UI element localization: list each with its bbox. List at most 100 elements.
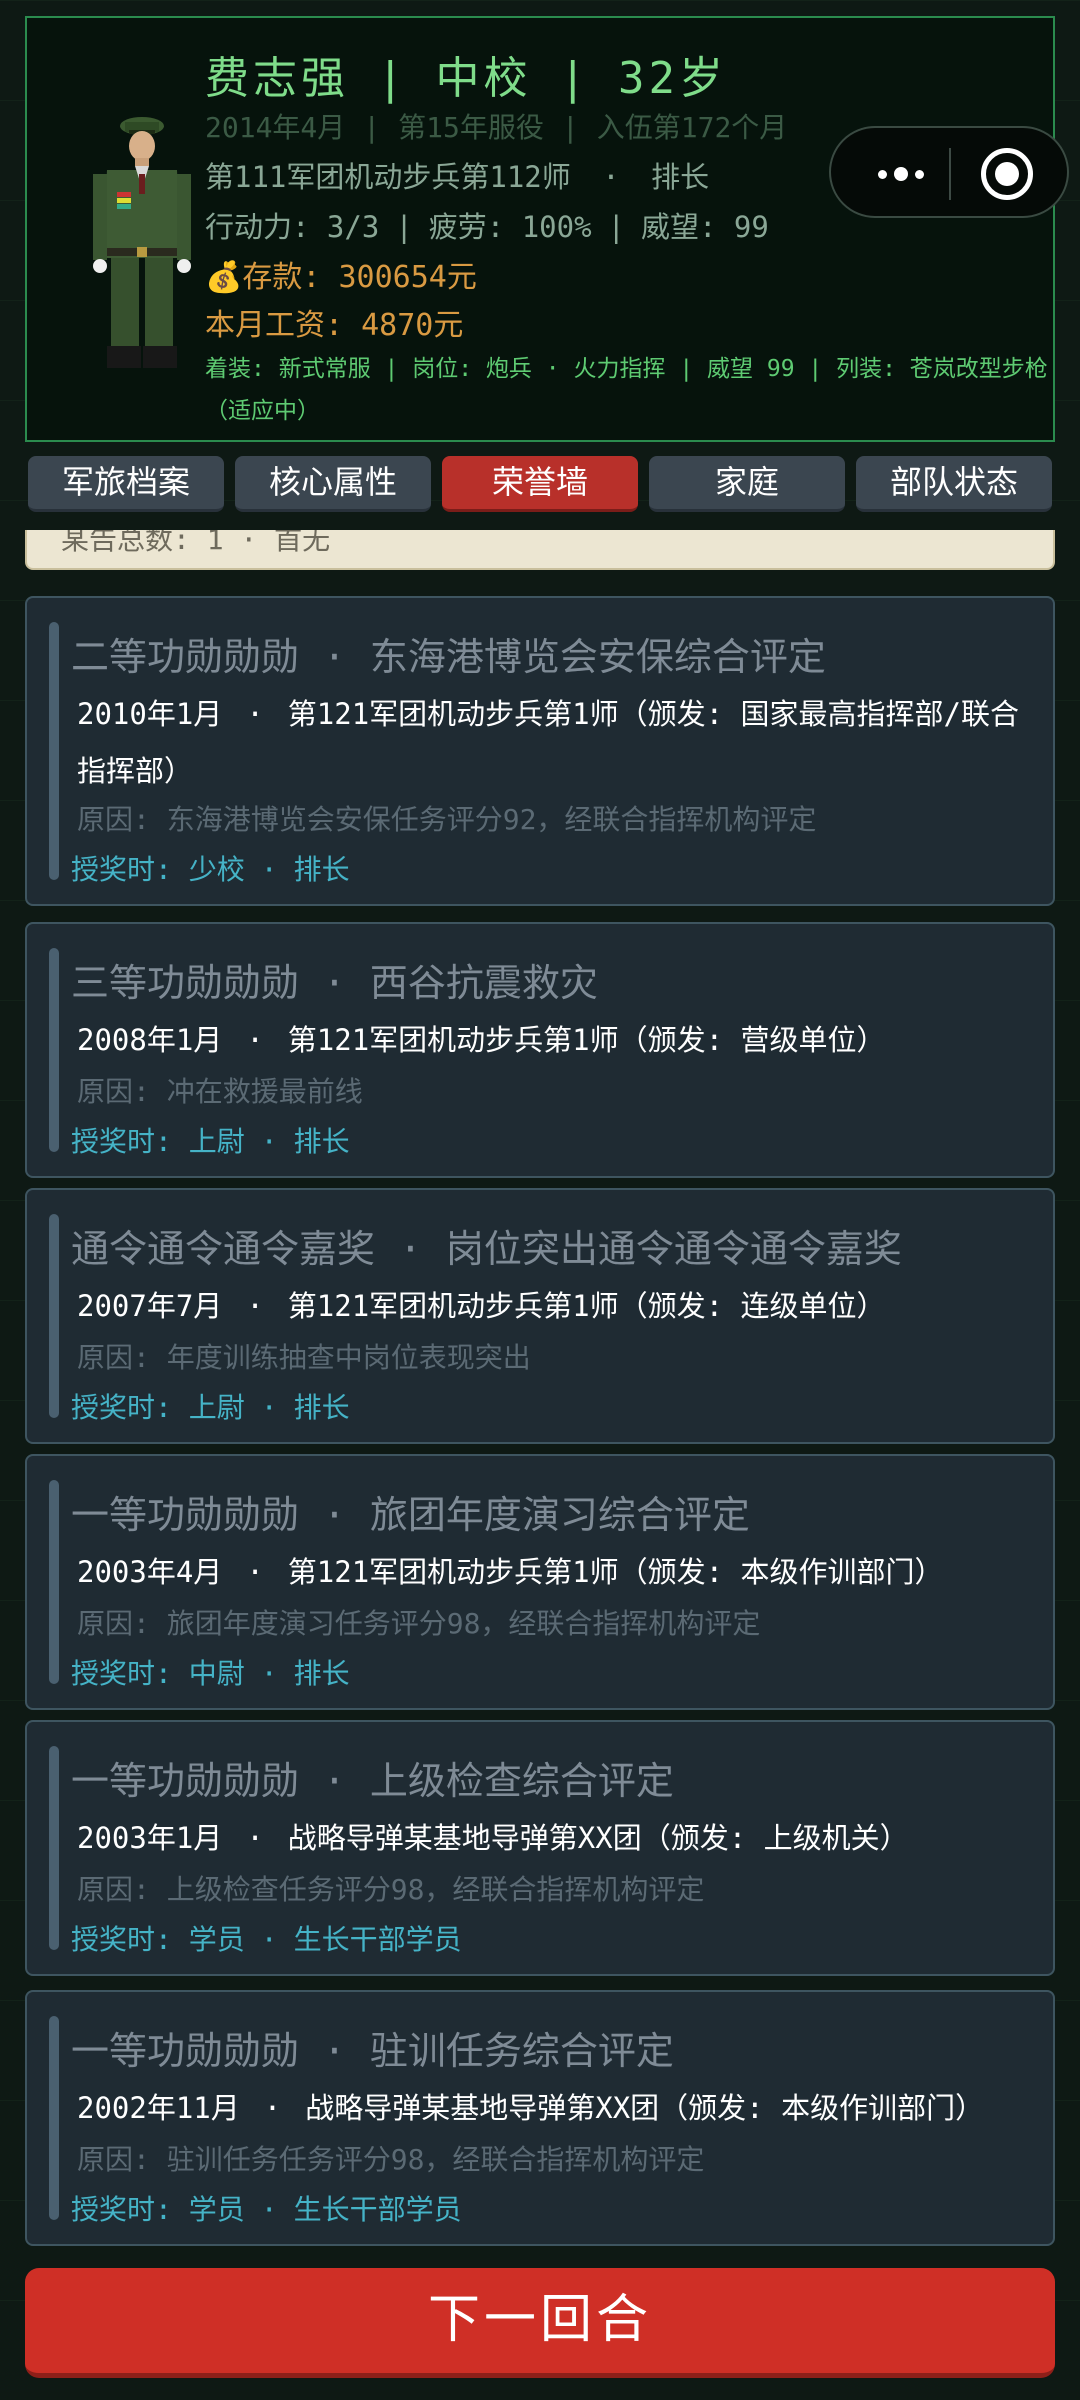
award-reason: 原因: 年度训练抽查中岗位表现突出 (77, 1341, 531, 1374)
separator: · (323, 1493, 346, 1537)
award-reason: 原因: 上级检查任务评分98，经联合指挥机构评定 (77, 1873, 705, 1906)
award-rank: 授奖时: 上尉 (71, 1391, 245, 1424)
card-accent-bar (49, 948, 59, 1152)
award-meta: 2010年1月 · 第121军团机动步兵第1师（颁发: 国家最高指挥部/联合指挥部） (77, 686, 1037, 800)
award-unit: 第121军团机动步兵第1师（颁发: 本级作训部门） (287, 1555, 944, 1589)
character-name: 费志强 (205, 53, 349, 104)
separator: · (323, 961, 346, 1005)
separator: | (377, 53, 408, 104)
award-title: 一等功勋勋勋 · 旅团年度演习综合评定 (71, 1484, 750, 1539)
next-turn-button[interactable]: 下一回合 (25, 2268, 1055, 2378)
separator: · (323, 2029, 346, 2073)
award-reason: 原因: 驻训任务任务评分98，经联合指挥机构评定 (77, 2143, 705, 2176)
award-unit: 第121军团机动步兵第1师（颁发: 营级单位） (287, 1023, 886, 1057)
award-type: 通令通令通令嘉奖 (71, 1227, 376, 1271)
award-type: 一等功勋勋勋 (71, 1759, 300, 1803)
tab-family[interactable]: 家庭 (649, 456, 845, 512)
enlist-month: 入伍第172个月 (596, 111, 788, 144)
award-event: 东海港博览会安保综合评定 (369, 635, 826, 679)
award-time: 授奖时: 少校 · 排长 (71, 848, 350, 888)
award-meta: 2003年4月 · 第121军团机动步兵第1师（颁发: 本级作训部门） (77, 1544, 1037, 1601)
card-accent-bar (49, 1214, 59, 1418)
separator: · (263, 2091, 282, 2125)
action-power: 行动力: 3/3 (205, 210, 380, 244)
award-card: 三等功勋勋勋 · 西谷抗震救灾 2008年1月 · 第121军团机动步兵第1师（颁发: … (25, 922, 1055, 1178)
award-event: 岗位突出通令通令通令嘉奖 (445, 1227, 902, 1271)
award-time: 授奖时: 上尉 · 排长 (71, 1120, 350, 1160)
award-meta: 2002年11月 · 战略导弹某基地导弹第XX团（颁发: 本级作训部门） (77, 2080, 1037, 2137)
service-info-line: 2014年4月 | 第15年服役 | 入伍第172个月 (205, 106, 787, 146)
award-type: 三等功勋勋勋 (71, 961, 300, 1005)
separator: · (260, 1391, 278, 1424)
mini-program-capsule (829, 126, 1069, 218)
award-title: 三等功勋勋勋 · 西谷抗震救灾 (71, 952, 598, 1007)
tab-core-attributes[interactable]: 核心属性 (235, 456, 431, 512)
separator: · (260, 1125, 278, 1158)
tab-unit-status[interactable]: 部队状态 (856, 456, 1052, 512)
award-date: 2003年4月 (77, 1555, 223, 1589)
award-card: 一等功勋勋勋 · 上级检查综合评定 2003年1月 · 战略导弹某基地导弹第XX团（颁发… (25, 1720, 1055, 1976)
savings-value: 存款: 300654元 (242, 260, 477, 295)
card-accent-bar (49, 622, 59, 880)
separator: · (323, 635, 346, 679)
award-time: 授奖时: 中尉 · 排长 (71, 1652, 350, 1692)
award-event: 上级检查综合评定 (369, 1759, 674, 1803)
award-time: 授奖时: 学员 · 生长干部学员 (71, 1918, 462, 1958)
award-type: 一等功勋勋勋 (71, 1493, 300, 1537)
award-position: 排长 (293, 1391, 350, 1424)
award-position: 排长 (293, 1125, 350, 1158)
honor-list[interactable]: 某告总数: 1 · 首无 二等功勋勋勋 · 东海港博览会安保综合评定 2010年1月… (0, 530, 1080, 2256)
award-type: 一等功勋勋勋 (71, 2029, 300, 2073)
capsule-divider (949, 148, 951, 200)
fatigue: 疲劳: 100% (428, 210, 592, 244)
award-reason: 原因: 旅团年度演习任务评分98，经联合指挥机构评定 (77, 1607, 761, 1640)
award-rank: 授奖时: 学员 (71, 1923, 245, 1956)
savings-line: 💰存款: 300654元 (205, 252, 477, 296)
award-event: 西谷抗震救灾 (369, 961, 598, 1005)
summary-notice: 某告总数: 1 · 首无 (25, 530, 1055, 570)
award-meta: 2008年1月 · 第121军团机动步兵第1师（颁发: 营级单位） (77, 1012, 1037, 1069)
stats-line: 行动力: 3/3 | 疲劳: 100% | 威望: 99 (205, 204, 769, 246)
award-time: 授奖时: 学员 · 生长干部学员 (71, 2188, 462, 2228)
award-card: 一等功勋勋勋 · 旅团年度演习综合评定 2003年4月 · 第121军团机动步兵第1师（… (25, 1454, 1055, 1710)
soldier-avatar (93, 117, 191, 368)
award-position: 排长 (293, 853, 350, 886)
award-event: 驻训任务综合评定 (369, 2029, 674, 2073)
separator: · (246, 697, 264, 731)
more-dots-icon[interactable] (861, 150, 941, 198)
unit-name: 第111军团机动步兵第112师 (205, 160, 571, 194)
award-reason: 原因: 东海港博览会安保任务评分92，经联合指挥机构评定 (77, 803, 817, 836)
separator: · (602, 160, 620, 194)
tab-honor-wall[interactable]: 荣誉墙 (442, 456, 638, 512)
award-meta: 2003年1月 · 战略导弹某基地导弹第XX团（颁发: 上级机关） (77, 1810, 1037, 1867)
award-unit: 战略导弹某基地导弹第XX团（颁发: 本级作训部门） (305, 2091, 985, 2125)
award-reason: 原因: 冲在救援最前线 (77, 1075, 363, 1108)
award-date: 2010年1月 (77, 697, 223, 731)
current-date: 2014年4月 (205, 111, 346, 144)
position-name: 排长 (651, 160, 710, 194)
equipment-line: 着装: 新式常服 | 岗位: 炮兵 · 火力指挥 | 威望 99 | 列装: 苍… (205, 356, 1048, 424)
award-rank: 授奖时: 学员 (71, 2193, 245, 2226)
award-title: 一等功勋勋勋 · 驻训任务综合评定 (71, 2020, 674, 2075)
name-rank-age: 费志强 | 中校 | 32岁 (205, 42, 727, 106)
separator: | (607, 210, 626, 244)
salary-line: 本月工资: 4870元 (205, 308, 464, 343)
award-event: 旅团年度演习综合评定 (369, 1493, 750, 1537)
award-position: 排长 (293, 1657, 350, 1690)
separator: | (363, 111, 381, 144)
target-close-icon[interactable] (981, 148, 1033, 200)
award-rank: 授奖时: 上尉 (71, 1125, 245, 1158)
tab-military-archive[interactable]: 军旅档案 (28, 456, 224, 512)
separator: | (395, 210, 413, 244)
separator: · (246, 1555, 264, 1589)
award-title: 二等功勋勋勋 · 东海港博览会安保综合评定 (71, 626, 826, 681)
award-unit: 战略导弹某基地导弹第XX团（颁发: 上级机关） (287, 1821, 909, 1855)
award-position: 生长干部学员 (293, 2193, 462, 2226)
award-unit: 第121军团机动步兵第1师（颁发: 连级单位） (287, 1289, 886, 1323)
card-accent-bar (49, 1480, 59, 1684)
separator: · (260, 1923, 278, 1956)
award-meta: 2007年7月 · 第121军团机动步兵第1师（颁发: 连级单位） (77, 1278, 1037, 1335)
award-time: 授奖时: 上尉 · 排长 (71, 1386, 350, 1426)
award-position: 生长干部学员 (293, 1923, 462, 1956)
money-bag-icon: 💰 (205, 260, 243, 295)
